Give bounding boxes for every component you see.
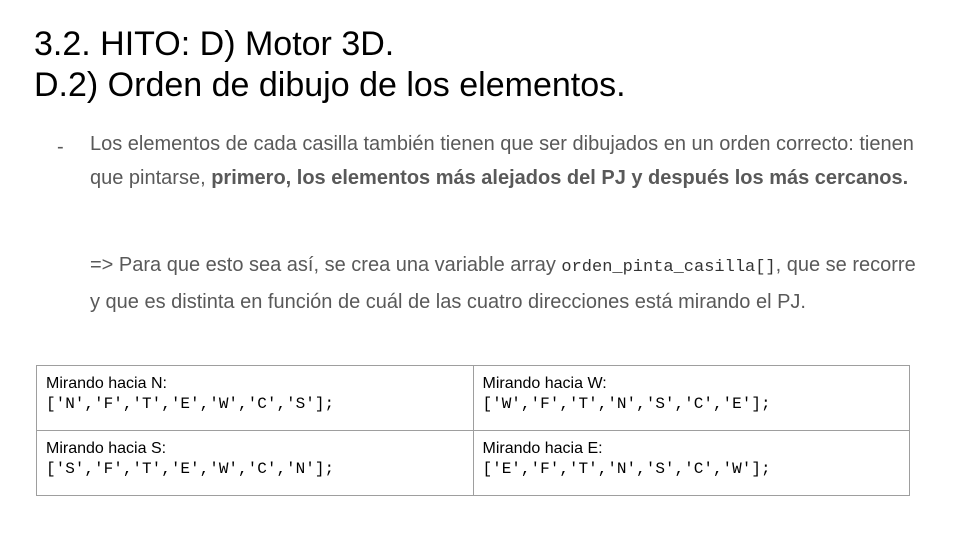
- table-row: Mirando hacia N: ['N','F','T','E','W','C…: [36, 365, 910, 431]
- cell-label: Mirando hacia S:: [46, 440, 167, 457]
- cell-code: ['W','F','T','N','S','C','E'];: [482, 395, 771, 413]
- table-cell-north: Mirando hacia N: ['N','F','T','E','W','C…: [36, 365, 474, 431]
- table-cell-west: Mirando hacia W: ['W','F','T','N','S','C…: [472, 365, 910, 431]
- explanation-paragraph: => Para que esto sea así, se crea una va…: [90, 248, 920, 319]
- slide-title: 3.2. HITO: D) Motor 3D. D.2) Orden de di…: [34, 24, 626, 106]
- slide-title-line-2: D.2) Orden de dibujo de los elementos.: [34, 66, 626, 104]
- cell-code: ['S','F','T','E','W','C','N'];: [46, 460, 335, 478]
- cell-label: Mirando hacia E:: [482, 440, 603, 457]
- cell-label: Mirando hacia N:: [46, 375, 167, 392]
- cell-code: ['N','F','T','E','W','C','S'];: [46, 395, 335, 413]
- bullet-paragraph: Los elementos de cada casilla también ti…: [90, 127, 920, 195]
- direction-order-table: Mirando hacia N: ['N','F','T','E','W','C…: [36, 365, 910, 496]
- variable-name-code: orden_pinta_casilla[]: [561, 258, 776, 277]
- cell-label: Mirando hacia W:: [482, 375, 607, 392]
- table-row: Mirando hacia S: ['S','F','T','E','W','C…: [36, 430, 910, 496]
- bullet-bold-text: primero, los elementos más alejados del …: [211, 167, 909, 189]
- table-cell-east: Mirando hacia E: ['E','F','T','N','S','C…: [472, 430, 910, 496]
- cell-code: ['E','F','T','N','S','C','W'];: [482, 460, 771, 478]
- table-cell-south: Mirando hacia S: ['S','F','T','E','W','C…: [36, 430, 474, 496]
- explanation-text-start: => Para que esto sea así, se crea una va…: [90, 254, 562, 276]
- slide-title-line-1: 3.2. HITO: D) Motor 3D.: [34, 25, 395, 63]
- bullet-marker: -: [57, 136, 64, 158]
